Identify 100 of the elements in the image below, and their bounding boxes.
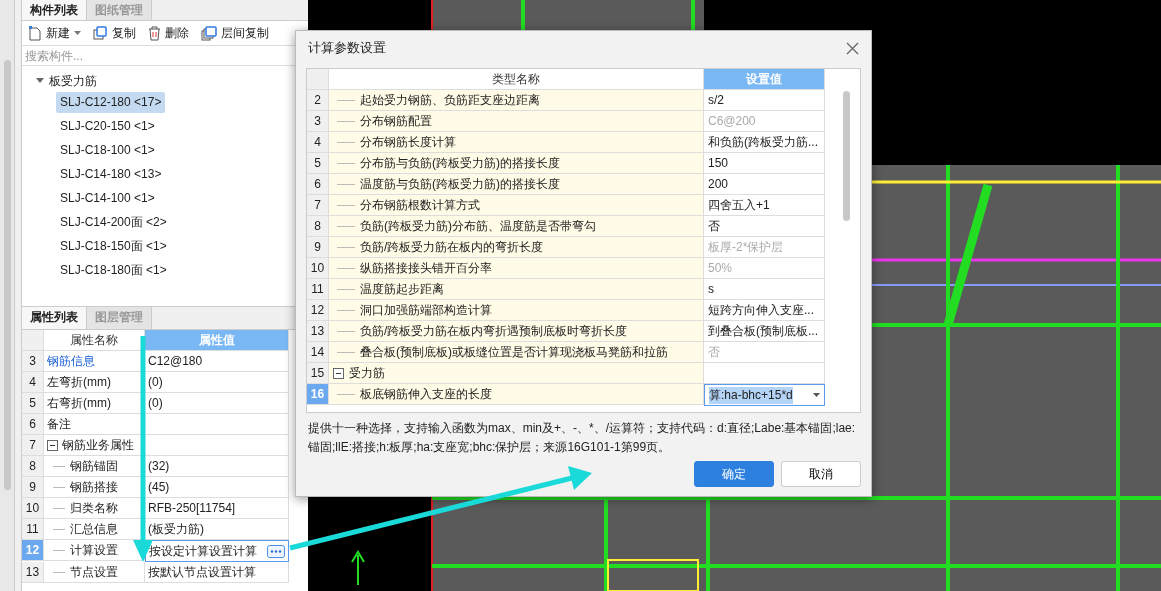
tree-item[interactable]: SLJ-C12-180 <17> bbox=[56, 92, 166, 113]
corner-cell bbox=[307, 69, 329, 90]
value-dropdown[interactable]: 算:ha-bhc+15*d bbox=[704, 384, 825, 406]
setting-value-cell: s/2 bbox=[704, 90, 825, 111]
property-name: 备注 bbox=[47, 415, 71, 433]
property-value: (0) bbox=[148, 396, 163, 410]
row-number: 5 bbox=[22, 393, 44, 414]
more-icon[interactable] bbox=[267, 544, 285, 558]
setting-name: 板底钢筋伸入支座的长度 bbox=[360, 385, 492, 403]
row-number: 7 bbox=[22, 435, 44, 456]
caret-icon bbox=[813, 392, 820, 398]
tree-item[interactable]: SLJ-C18-180面 <1> bbox=[56, 260, 171, 281]
row-number: 3 bbox=[307, 111, 329, 132]
row-number: 10 bbox=[307, 258, 329, 279]
setting-value-cell: 和负筋(跨板受力筋... bbox=[704, 132, 825, 153]
tree-label: 板受力筋 bbox=[49, 72, 97, 90]
row-number: 5 bbox=[307, 153, 329, 174]
property-value: C12@180 bbox=[148, 354, 203, 368]
toolbar-button[interactable]: 复制 bbox=[93, 24, 136, 42]
dialog-title: 计算参数设置 bbox=[308, 39, 386, 57]
tree-item[interactable]: SLJ-C18-100 <1> bbox=[56, 140, 159, 161]
setting-value-cell: 短跨方向伸入支座... bbox=[704, 300, 825, 321]
tree-item[interactable]: SLJ-C14-180 <13> bbox=[56, 164, 166, 185]
trash-icon bbox=[148, 25, 161, 41]
setting-value-cell: 200 bbox=[704, 174, 825, 195]
property-value: (45) bbox=[148, 480, 170, 494]
row-number: 10 bbox=[22, 498, 44, 519]
scrollbar-thumb[interactable] bbox=[4, 60, 11, 490]
row-number: 11 bbox=[22, 519, 44, 540]
setting-name: 分布钢筋根数计算方式 bbox=[360, 196, 480, 214]
scrollbar-thumb[interactable] bbox=[843, 91, 850, 221]
setting-name: 受力筋 bbox=[349, 364, 385, 382]
setting-value-cell: C6@200 bbox=[704, 111, 825, 132]
setting-value-cell: 到叠合板(预制底板... bbox=[704, 321, 825, 342]
property-value: 按设定计算设置计算 bbox=[149, 542, 257, 560]
setting-name: 负筋/跨板受力筋在板内弯折遇预制底板时弯折长度 bbox=[360, 322, 628, 340]
setting-name: 叠合板(预制底板)或板缝位置是否计算现浇板马凳筋和拉筋 bbox=[360, 343, 668, 361]
property-value: (板受力筋) bbox=[148, 520, 204, 538]
new-file-icon bbox=[28, 25, 42, 41]
property-value: 按默认节点设置计算 bbox=[148, 563, 256, 581]
setting-value-cell: 150 bbox=[704, 153, 825, 174]
close-icon[interactable] bbox=[846, 41, 859, 55]
layers-copy-icon bbox=[201, 25, 217, 41]
setting-name: 分布筋与负筋(跨板受力筋)的搭接长度 bbox=[360, 154, 560, 172]
property-value: RFB-250[11754] bbox=[148, 501, 236, 515]
property-name: 左弯折(mm) bbox=[47, 373, 111, 391]
description-text: 提供十一种选择，支持输入函数为max、min及+、-、*、/运算符；支持代码：d:直径;Labe:基本锚固;lae:锚固;llE:搭接;h:板厚;ha:支座宽;bhc:保护层；来源16G101-1第99页。 bbox=[308, 420, 857, 456]
tree-item[interactable]: SLJ-C18-150面 <1> bbox=[56, 236, 171, 257]
setting-value-cell: 否 bbox=[704, 216, 825, 237]
row-number: 12 bbox=[22, 540, 44, 561]
row-number: 4 bbox=[22, 372, 44, 393]
property-name: 归类名称 bbox=[70, 499, 118, 517]
tree-item[interactable]: SLJ-C14-200面 <2> bbox=[56, 212, 171, 233]
column-header: 属性名称 bbox=[44, 330, 145, 351]
row-number: 14 bbox=[307, 342, 329, 363]
row-number: 15 bbox=[307, 363, 329, 384]
setting-name: 分布钢筋配置 bbox=[360, 112, 432, 130]
row-number: 3 bbox=[22, 351, 44, 372]
tree-item[interactable]: SLJ-C20-150 <1> bbox=[56, 116, 159, 137]
copy-icon bbox=[93, 25, 108, 41]
property-name: 计算设置 bbox=[70, 541, 118, 559]
row-number: 8 bbox=[22, 456, 44, 477]
setting-value-cell: 板厚-2*保护层 bbox=[704, 237, 825, 258]
tree-item[interactable]: SLJ-C14-100 <1> bbox=[56, 188, 159, 209]
property-value-cell[interactable]: 按设定计算设置计算 bbox=[145, 540, 289, 562]
collapse-icon[interactable] bbox=[333, 367, 344, 379]
toolbar-button[interactable]: 层间复制 bbox=[201, 24, 269, 42]
row-number: 7 bbox=[307, 195, 329, 216]
property-value: (32) bbox=[148, 459, 170, 473]
setting-name: 负筋/跨板受力筋在板内的弯折长度 bbox=[360, 238, 544, 256]
expand-arrow-icon[interactable] bbox=[36, 78, 44, 84]
toolbar-button[interactable]: 新建 bbox=[28, 24, 81, 42]
column-header: 类型名称 bbox=[329, 69, 704, 90]
property-value: (0) bbox=[148, 375, 163, 389]
dialog-button[interactable]: 取消 bbox=[781, 461, 861, 487]
setting-name: 温度筋与负筋(跨板受力筋)的搭接长度 bbox=[360, 175, 560, 193]
property-name: 钢筋锚固 bbox=[70, 457, 118, 475]
setting-name: 温度筋起步距离 bbox=[360, 280, 444, 298]
row-number: 9 bbox=[307, 237, 329, 258]
dialog-button[interactable]: 确定 bbox=[694, 461, 774, 487]
property-name: 汇总信息 bbox=[70, 520, 118, 538]
row-number: 13 bbox=[307, 321, 329, 342]
panel-tab[interactable]: 属性列表 bbox=[22, 307, 87, 329]
row-number: 8 bbox=[307, 216, 329, 237]
row-number: 6 bbox=[307, 174, 329, 195]
property-name: 钢筋搭接 bbox=[70, 478, 118, 496]
row-number: 12 bbox=[307, 300, 329, 321]
setting-value-cell: s bbox=[704, 279, 825, 300]
row-number: 16 bbox=[307, 384, 329, 405]
setting-name: 洞口加强筋端部构造计算 bbox=[360, 301, 492, 319]
toolbar-button[interactable]: 删除 bbox=[148, 24, 189, 42]
property-link[interactable]: 钢筋信息 bbox=[47, 352, 95, 370]
setting-value-cell: 50% bbox=[704, 258, 825, 279]
collapse-icon[interactable] bbox=[47, 439, 58, 451]
row-number: 13 bbox=[22, 562, 44, 583]
column-header: 设置值 bbox=[704, 69, 825, 90]
property-name: 右弯折(mm) bbox=[47, 394, 111, 412]
panel-tab[interactable]: 构件列表 bbox=[22, 0, 87, 20]
row-number: 9 bbox=[22, 477, 44, 498]
tree-node[interactable]: 板受力筋 bbox=[22, 70, 308, 92]
